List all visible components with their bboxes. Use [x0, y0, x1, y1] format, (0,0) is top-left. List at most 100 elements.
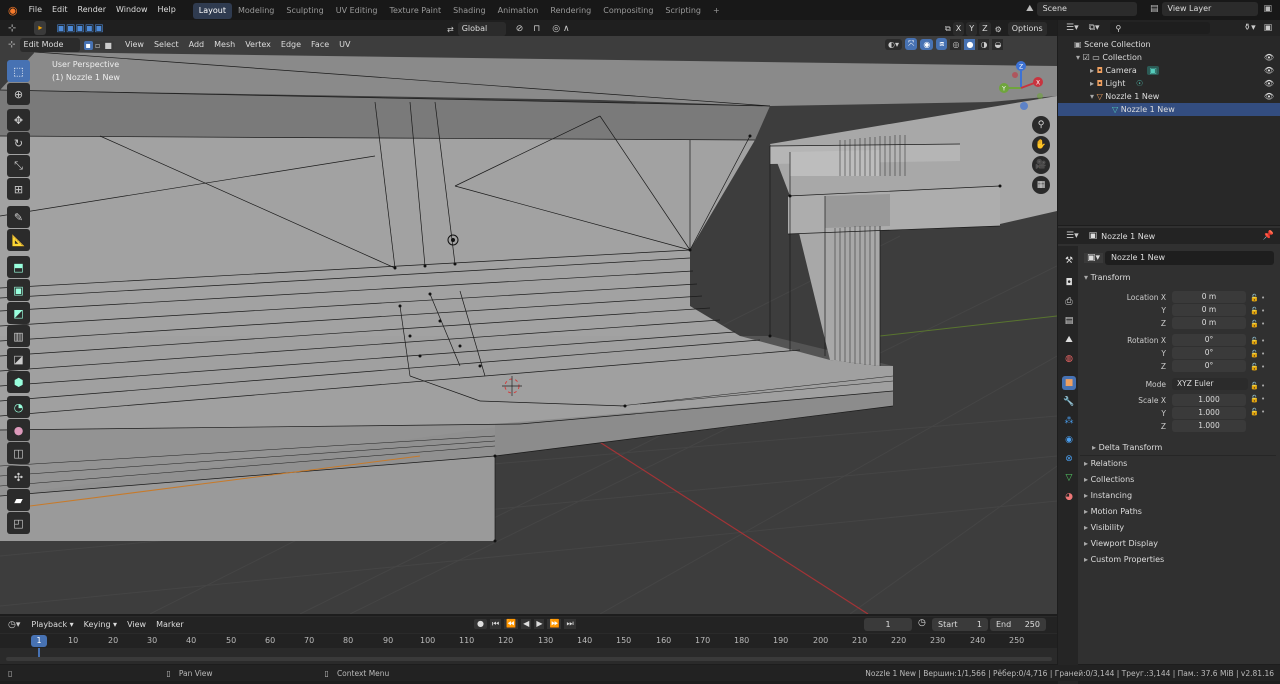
constraints-tab-icon[interactable]: ⊗ [1062, 452, 1076, 466]
tab-texture-paint[interactable]: Texture Paint [383, 3, 447, 19]
scene-tab-icon[interactable]: ⛰ [1062, 333, 1076, 347]
face-select-icon[interactable]: ■ [102, 40, 114, 50]
current-frame-field[interactable]: 1 [864, 618, 912, 631]
material-tab-icon[interactable]: ◕ [1062, 490, 1076, 504]
object-tab-icon[interactable]: ■ [1062, 376, 1076, 390]
scene-selector[interactable]: ⛰ Scene [1026, 2, 1137, 16]
data-tab-icon[interactable]: ▽ [1062, 471, 1076, 485]
view-layer-selector[interactable]: ▤ View Layer ▣ [1150, 2, 1272, 16]
menu-select[interactable]: Select [149, 37, 184, 53]
measure-tool-icon[interactable]: 📐 [7, 229, 30, 251]
outliner-search-input[interactable]: ⚲ [1109, 22, 1210, 34]
world-tab-icon[interactable]: ◍ [1062, 352, 1076, 366]
tab-uv-editing[interactable]: UV Editing [330, 3, 384, 19]
wireframe-shading-icon[interactable]: ◎ [950, 38, 962, 50]
navigation-gizmo[interactable]: Z Y X [993, 58, 1053, 118]
menu-edit[interactable]: Edit [47, 0, 73, 20]
xray-toggle-icon[interactable]: ⧈ [936, 38, 948, 50]
options-dropdown[interactable]: Options [1007, 22, 1047, 36]
pan-hand-icon[interactable]: ✋ [1032, 136, 1050, 154]
axis-z-toggle[interactable]: Z [979, 22, 991, 36]
lock-icon[interactable]: 🔓 • [1250, 380, 1265, 393]
blender-logo-icon[interactable]: ◉ [0, 4, 24, 17]
pivot-icon[interactable]: ⊘ [516, 24, 524, 34]
lock-icon[interactable]: 🔓 • [1250, 348, 1265, 361]
timeline-scrollbar[interactable] [6, 657, 1052, 661]
menu-vertex[interactable]: Vertex [240, 37, 276, 53]
tab-layout[interactable]: Layout [192, 3, 232, 19]
next-keyframe-icon[interactable]: ⏩ [547, 619, 562, 629]
display-mode-icon[interactable]: ⧉▾ [1089, 23, 1100, 33]
menu-file[interactable]: File [24, 0, 47, 20]
overlay-toggle-icon[interactable]: ◉ [920, 38, 934, 50]
rotate-tool-icon[interactable]: ↻ [7, 132, 30, 154]
lock-icon[interactable]: 🔓 • [1250, 406, 1265, 419]
lock-icon[interactable]: 🔓 • [1250, 361, 1265, 374]
menu-mesh[interactable]: Mesh [209, 37, 240, 53]
mode-dropdown[interactable]: Edit Mode [19, 38, 80, 52]
close-view-layer-icon[interactable]: ▣ [1264, 4, 1273, 14]
instancing-panel[interactable]: ▸ Instancing [1084, 491, 1132, 500]
extrude-tool-icon[interactable]: ⬒ [7, 256, 30, 278]
lock-icon[interactable]: 🔓 • [1250, 305, 1265, 318]
3d-viewport[interactable]: User Perspective (1) Nozzle 1 New Z Y X … [0, 36, 1057, 614]
timeline-view-menu[interactable]: View [122, 617, 151, 633]
select-box-modes[interactable]: ▣▣▣▣▣ [56, 23, 103, 34]
end-frame-field[interactable]: End 250 [990, 618, 1046, 631]
bevel-tool-icon[interactable]: ◩ [7, 302, 30, 324]
outliner-item-camera[interactable]: ▸ ◘ Camera ▣ 👁 [1090, 64, 1280, 77]
transform-tool-icon[interactable]: ⊞ [7, 178, 30, 200]
playhead[interactable]: 1 [31, 635, 47, 647]
camera-data-icon[interactable]: ▣ [1147, 66, 1159, 75]
tab-scripting[interactable]: Scripting [659, 3, 707, 19]
frame-ruler[interactable]: 1 10 20 30 40 50 60 70 80 90 100 110 120… [0, 634, 1057, 648]
snap-icon[interactable]: ⊓ [533, 24, 540, 34]
tab-compositing[interactable]: Compositing [597, 3, 659, 19]
rotation-mode-dropdown[interactable]: XYZ Euler [1172, 378, 1248, 390]
tab-shading[interactable]: Shading [447, 3, 492, 19]
transform-panel-header[interactable]: ▾ Transform [1084, 273, 1130, 282]
menu-help[interactable]: Help [153, 0, 181, 20]
output-tab-icon[interactable]: ⎙ [1062, 295, 1076, 309]
rotation-x-field[interactable]: 0° [1172, 334, 1246, 346]
tab-rendering[interactable]: Rendering [544, 3, 597, 19]
camera-view-icon[interactable]: 🎥 [1032, 156, 1050, 174]
tab-animation[interactable]: Animation [492, 3, 545, 19]
delta-transform-subpanel[interactable]: ▸ Delta Transform [1092, 443, 1162, 452]
play-reverse-icon[interactable]: ◀ [521, 619, 532, 629]
view3d-editor-icon[interactable]: ⊹ [8, 40, 16, 50]
checkbox-icon[interactable]: ☑ [1083, 53, 1093, 62]
lock-icon[interactable]: 🔓 • [1250, 335, 1265, 348]
visibility-panel[interactable]: ▸ Visibility [1084, 523, 1124, 532]
new-collection-icon[interactable]: ▣ [1264, 23, 1273, 33]
transform-orientation-dropdown[interactable]: Global [457, 22, 506, 36]
jump-end-icon[interactable]: ⏭ [564, 619, 576, 629]
collections-panel[interactable]: ▸ Collections [1084, 475, 1134, 484]
gizmo-toggle-icon[interactable]: ⤧ [905, 38, 918, 50]
spin-tool-icon[interactable]: ◔ [7, 396, 30, 418]
lock-icon[interactable]: 🔓 • [1250, 318, 1265, 331]
proportional-edit-icon[interactable]: ◎ ∧ [552, 24, 569, 34]
filter-icon[interactable]: ⚱▾ [1244, 23, 1256, 33]
visibility-eye-icon[interactable]: 👁 [1264, 77, 1274, 90]
outliner-item-light[interactable]: ▸ ◘ Light ☉ 👁 [1090, 77, 1280, 90]
rendered-shading-icon[interactable]: ◒ [992, 38, 1004, 50]
particles-tab-icon[interactable]: ⁂ [1062, 414, 1076, 428]
inset-tool-icon[interactable]: ▣ [7, 279, 30, 301]
axis-y-toggle[interactable]: Y [966, 22, 978, 36]
tool-tab-icon[interactable]: ⚒ [1062, 254, 1076, 268]
rotation-z-field[interactable]: 0° [1172, 360, 1246, 372]
outliner-item-collection[interactable]: ▾ ☑ ▭ Collection 👁 [1076, 51, 1280, 64]
clock-icon[interactable]: ◷ [918, 618, 926, 628]
visibility-eye-icon[interactable]: 👁 [1264, 90, 1274, 103]
location-x-field[interactable]: 0 m [1172, 291, 1246, 303]
menu-uv[interactable]: UV [334, 37, 355, 53]
select-mode-icon[interactable]: ▸ [34, 21, 47, 35]
light-data-icon[interactable]: ☉ [1136, 79, 1143, 88]
menu-add[interactable]: Add [184, 37, 210, 53]
pin-icon[interactable]: 📌 [1263, 231, 1274, 241]
menu-window[interactable]: Window [111, 0, 153, 20]
lock-toggles[interactable]: 🔓 • 🔓 • 🔓 • 🔓 • 🔓 • 🔓 • 🔓 • 🔓 • 🔓 • [1250, 292, 1265, 419]
play-icon[interactable]: ▶ [534, 619, 545, 629]
scale-x-field[interactable]: 1.000 [1172, 394, 1246, 406]
